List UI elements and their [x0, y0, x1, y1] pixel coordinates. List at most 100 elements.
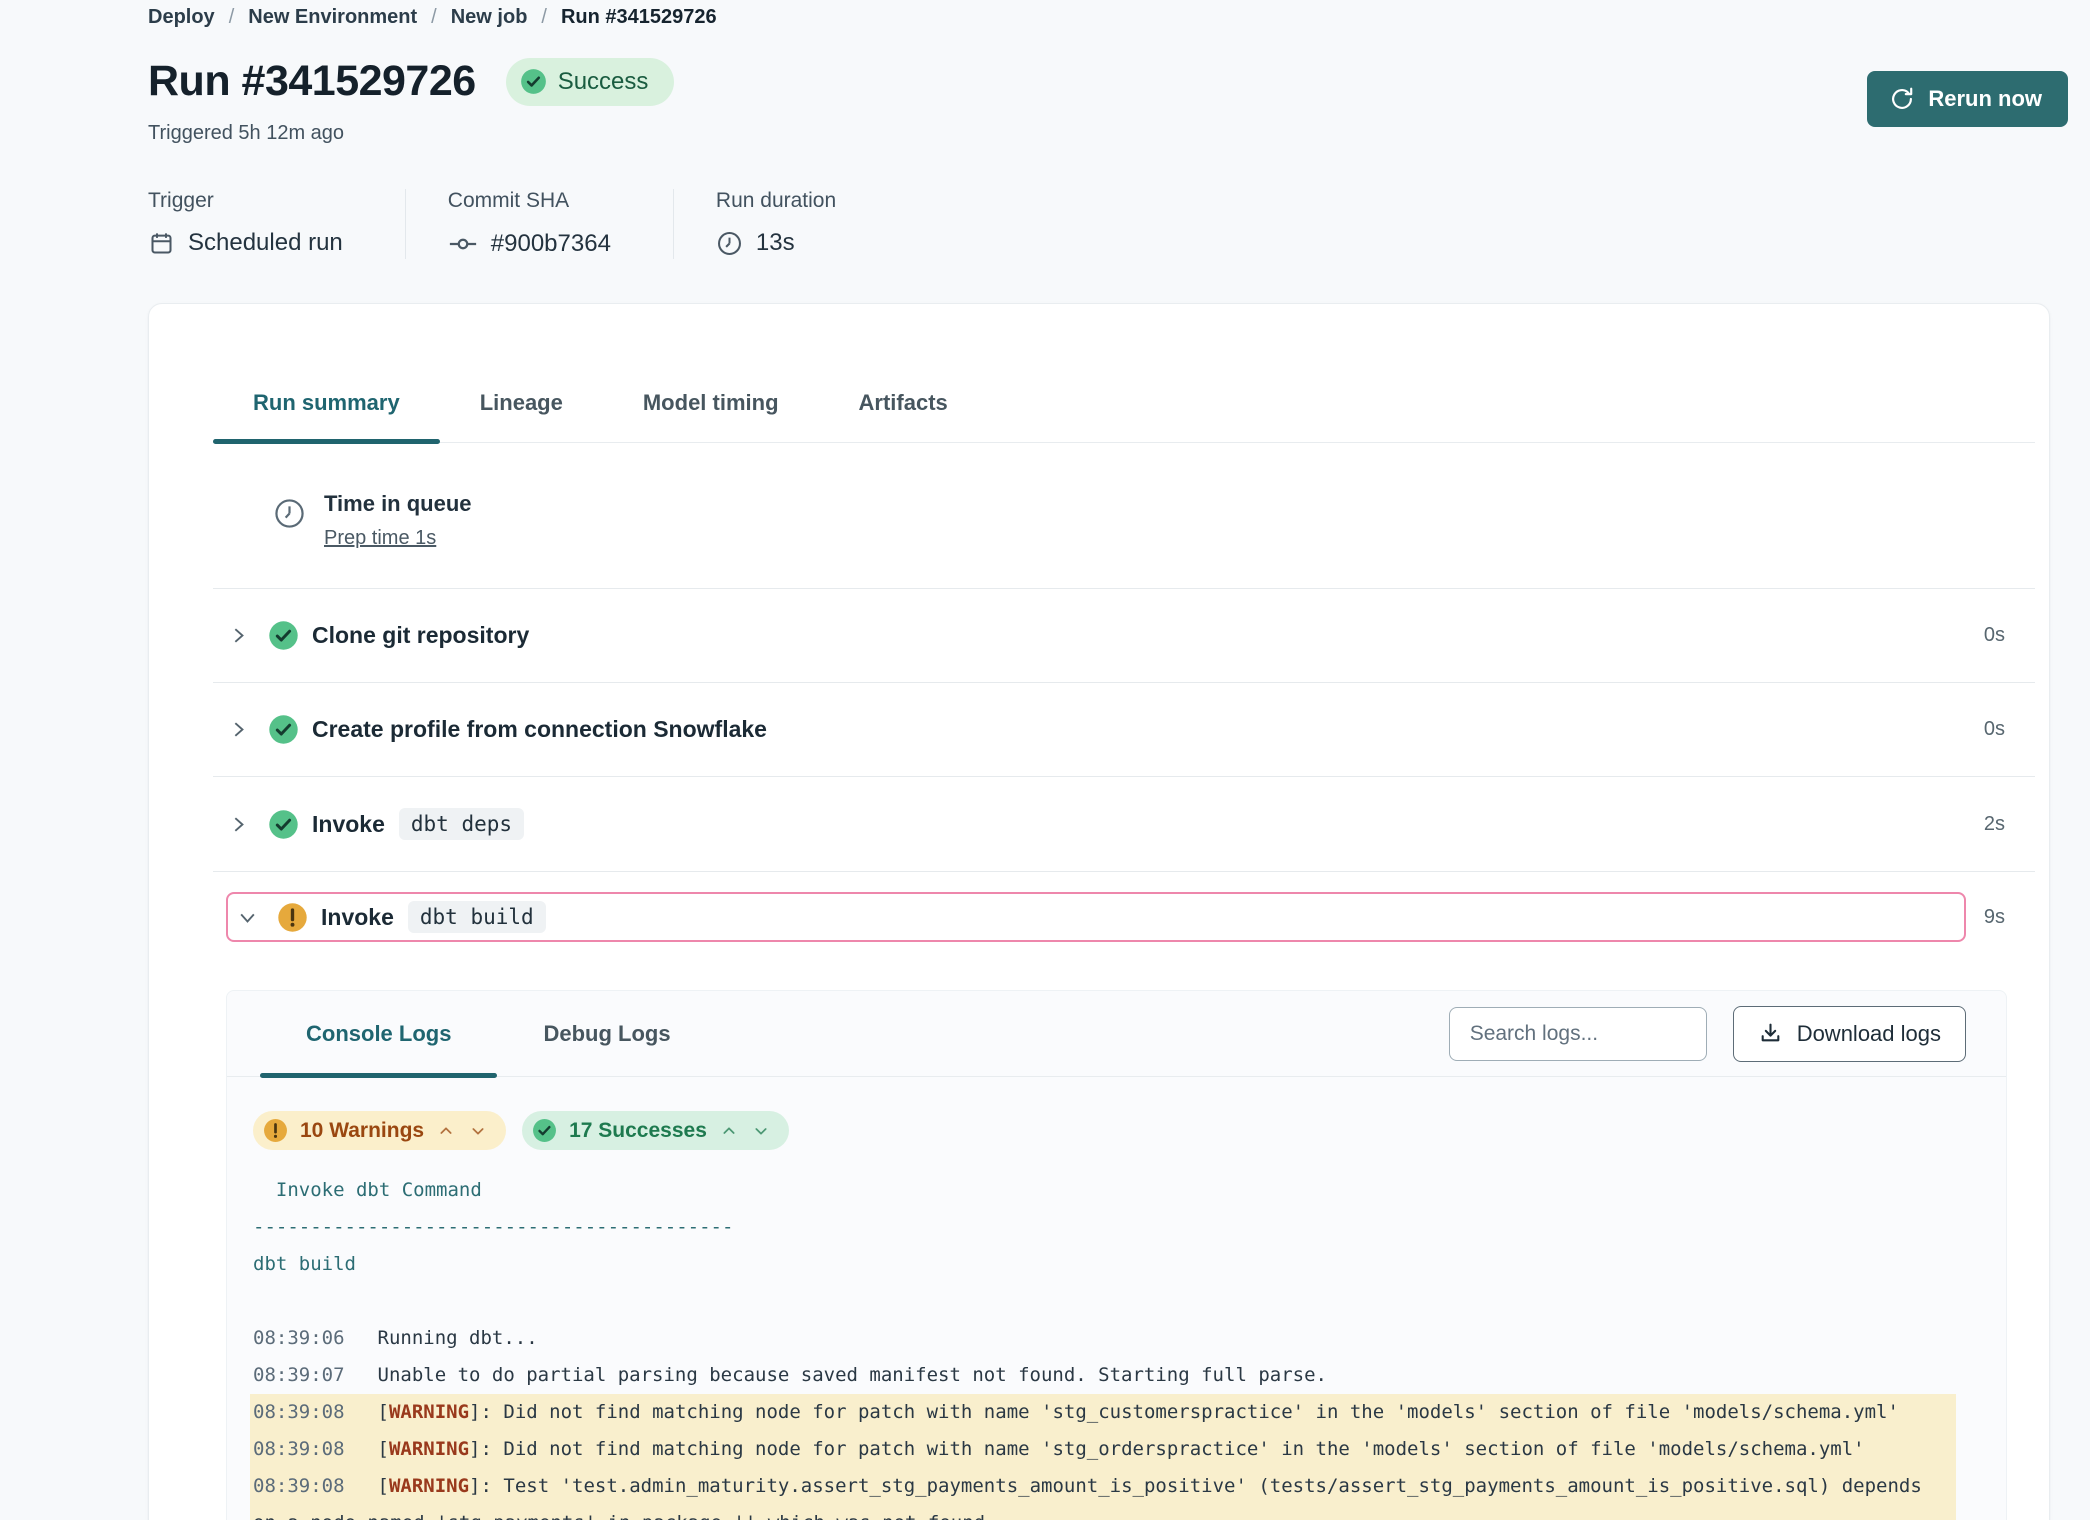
console-panel: Console Logs Debug Logs Download logs 10 …: [226, 990, 2007, 1520]
rerun-now-button[interactable]: Rerun now: [1867, 71, 2068, 127]
log-message: Unable to do partial parsing because sav…: [378, 1364, 1327, 1386]
success-check-icon: [532, 1118, 557, 1143]
log-filter-badges: 10 Warnings 17 Successes: [227, 1077, 2006, 1150]
log-line: 08:39:07Unable to do partial parsing bec…: [250, 1357, 1956, 1394]
log-message: [WARNING]: Did not find matching node fo…: [378, 1401, 1899, 1423]
meta-label: Trigger: [148, 189, 343, 213]
tab-run-summary[interactable]: Run summary: [213, 390, 440, 442]
step-duration: 0s: [1984, 718, 2005, 741]
breadcrumb-link[interactable]: Deploy: [148, 6, 215, 29]
log-message: ----------------------------------------…: [253, 1216, 733, 1238]
step-title: Invoke: [312, 811, 385, 838]
successes-prev-button[interactable]: [719, 1121, 739, 1141]
success-check-icon: [268, 809, 299, 840]
successes-next-button[interactable]: [751, 1121, 771, 1141]
breadcrumb-link[interactable]: New Environment: [248, 6, 417, 29]
log-tabs: Console Logs Debug Logs: [260, 991, 717, 1076]
log-line: 08:39:08[WARNING]: Test 'test.admin_matu…: [250, 1468, 1956, 1520]
meta-column: Commit SHA #900b7364: [405, 189, 673, 259]
download-icon: [1758, 1021, 1783, 1046]
clock-icon: [716, 230, 743, 257]
main-tabs: Run summary Lineage Model timing Artifacts: [213, 390, 2035, 443]
tab-label: Model timing: [643, 390, 779, 415]
log-tab-console-logs[interactable]: Console Logs: [260, 991, 497, 1076]
tab-label: Artifacts: [859, 390, 948, 415]
step-title: Invoke: [321, 904, 394, 931]
success-check-icon: [268, 620, 299, 651]
clock-icon: [273, 491, 306, 550]
successes-badge-label: 17 Successes: [569, 1119, 707, 1143]
log-message: [WARNING]: Did not find matching node fo…: [378, 1438, 1865, 1460]
run-detail-card: Run summaryLineageModel timingArtifacts …: [148, 303, 2050, 1520]
tab-artifacts[interactable]: Artifacts: [819, 390, 988, 442]
log-line: Invoke dbt Command: [250, 1172, 1956, 1209]
step-duration: 2s: [1984, 813, 2005, 836]
step-duration: 0s: [1984, 624, 2005, 647]
step-row[interactable]: Clone git repository 0s: [213, 589, 2035, 683]
log-line: ----------------------------------------…: [250, 1209, 1956, 1246]
log-timestamp: 08:39:06: [253, 1327, 345, 1349]
tab-label: Run summary: [253, 390, 400, 415]
warning-icon: [277, 902, 308, 933]
tab-model-timing[interactable]: Model timing: [603, 390, 819, 442]
log-timestamp: 08:39:08: [253, 1438, 345, 1460]
breadcrumb-link[interactable]: New job: [451, 6, 528, 29]
step-row[interactable]: Create profile from connection Snowflake…: [213, 683, 2035, 777]
calendar-icon: [148, 230, 175, 257]
download-logs-button[interactable]: Download logs: [1733, 1006, 1966, 1062]
warning-tag: WARNING: [389, 1475, 469, 1497]
log-tab-label: Debug Logs: [543, 1021, 670, 1046]
successes-badge: 17 Successes: [522, 1111, 789, 1150]
time-in-queue-block: Time in queue Prep time 1s: [213, 443, 2035, 589]
rerun-now-label: Rerun now: [1928, 86, 2042, 112]
log-tab-debug-logs[interactable]: Debug Logs: [497, 991, 716, 1076]
steps-list: Clone git repository 0s Create profile f…: [213, 589, 2035, 942]
chevron-right-icon[interactable]: [229, 815, 248, 834]
log-tab-label: Console Logs: [306, 1021, 451, 1046]
meta-label: Commit SHA: [448, 189, 611, 213]
warnings-prev-button[interactable]: [436, 1121, 456, 1141]
breadcrumb-current: Run #341529726: [561, 6, 717, 29]
success-check-icon: [520, 68, 547, 95]
queue-title: Time in queue: [324, 491, 472, 517]
meta-row: Trigger Scheduled run Commit SHA #900b73…: [148, 189, 2050, 259]
search-logs-input[interactable]: [1449, 1007, 1707, 1061]
log-message: Running dbt...: [378, 1327, 538, 1349]
chevron-right-icon[interactable]: [229, 720, 248, 739]
triggered-text: Triggered 5h 12m ago: [148, 122, 2050, 145]
breadcrumb-separator: /: [431, 6, 437, 29]
meta-value: 13s: [756, 229, 795, 257]
chevron-down-icon[interactable]: [238, 908, 257, 927]
step-duration: 9s: [1984, 906, 2005, 929]
step-command-chip: dbt deps: [399, 808, 524, 840]
status-badge-label: Success: [558, 68, 649, 96]
meta-label: Run duration: [716, 189, 836, 213]
log-line: 08:39:08 [WARNING]: Did not find matching…: [250, 1394, 1956, 1431]
warning-tag: WARNING: [389, 1438, 469, 1460]
tab-lineage[interactable]: Lineage: [440, 390, 603, 442]
meta-value: Scheduled run: [188, 229, 343, 257]
meta-column: Run duration 13s: [673, 189, 898, 259]
commit-icon: [448, 229, 478, 259]
chevron-right-icon[interactable]: [229, 626, 248, 645]
log-line: dbt build: [250, 1246, 1956, 1283]
tab-label: Lineage: [480, 390, 563, 415]
warnings-next-button[interactable]: [468, 1121, 488, 1141]
warnings-badge-label: 10 Warnings: [300, 1119, 424, 1143]
status-badge: Success: [506, 58, 675, 106]
step-row[interactable]: Invoke dbt deps 2s: [213, 777, 2035, 872]
log-message: dbt build: [253, 1253, 356, 1275]
log-timestamp: 08:39:08: [253, 1401, 345, 1423]
step-title: Clone git repository: [312, 622, 529, 649]
warning-tag: WARNING: [389, 1401, 469, 1423]
step-title: Create profile from connection Snowflake: [312, 716, 767, 743]
log-timestamp: 08:39:08: [253, 1475, 345, 1497]
step-command-chip: dbt build: [408, 901, 546, 933]
log-line: [250, 1283, 1956, 1320]
refresh-icon: [1889, 86, 1915, 112]
prep-time-link[interactable]: Prep time 1s: [324, 527, 436, 550]
run-header: Deploy/New Environment/New job/Run #3415…: [0, 0, 2090, 259]
breadcrumb-separator: /: [229, 6, 235, 29]
log-line: 08:39:08 [WARNING]: Did not find matching…: [250, 1431, 1956, 1468]
step-row[interactable]: Invoke dbt build 9s: [213, 872, 2035, 942]
